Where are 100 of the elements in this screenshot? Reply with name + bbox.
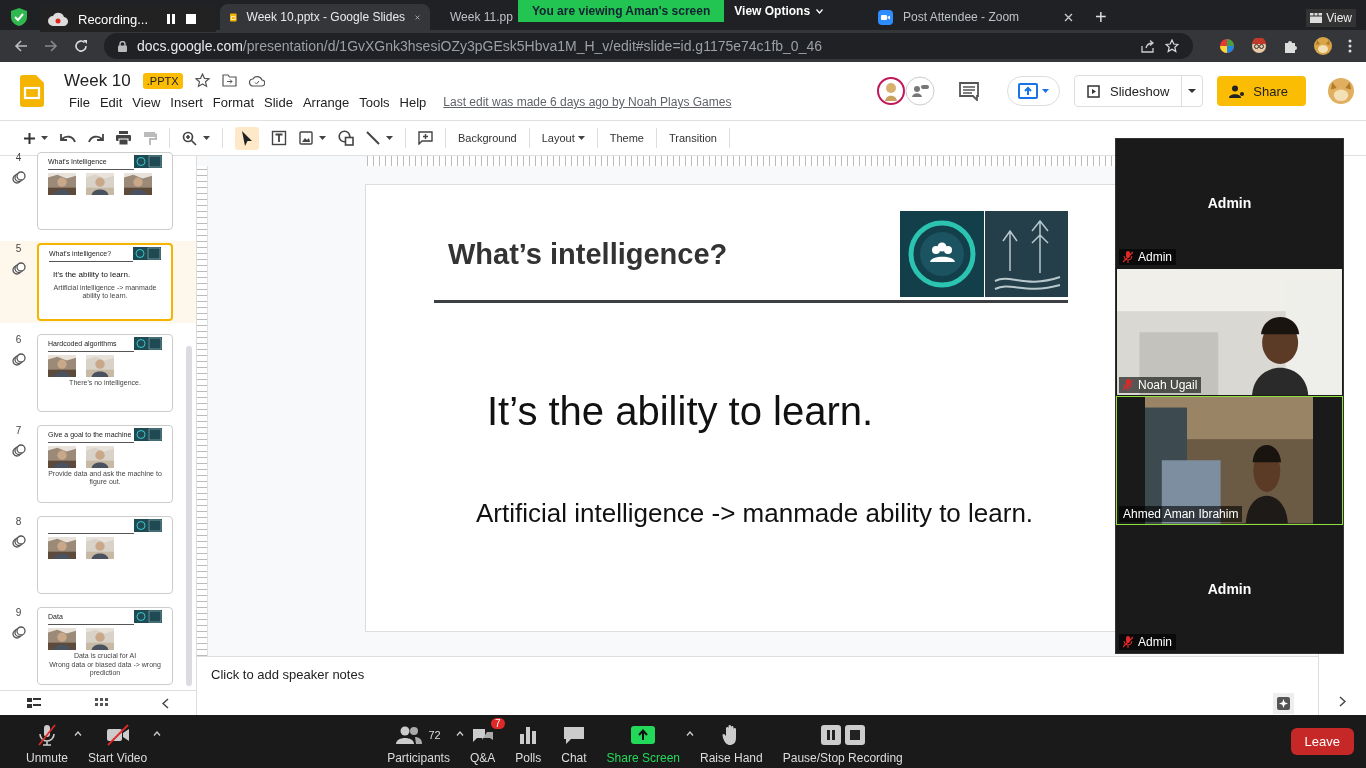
toolbar-button[interactable]: Layout: [541, 132, 585, 144]
caret-icon: [203, 136, 210, 140]
pause-icon[interactable]: [166, 14, 177, 24]
participant-label: Noah Ugail: [1119, 377, 1202, 393]
close-icon[interactable]: [1064, 12, 1073, 22]
linked-slides-icon: [11, 535, 26, 548]
logo-icon: [134, 337, 162, 350]
color-wheel-icon[interactable]: [1219, 38, 1235, 54]
zoom-button[interactable]: [182, 130, 210, 146]
toolbar-button[interactable]: Theme: [609, 132, 644, 144]
menu-item[interactable]: Help: [394, 92, 432, 112]
browser-tab[interactable]: Week 10.pptx - Google Slides: [220, 4, 430, 30]
menu-item[interactable]: Edit: [94, 92, 128, 112]
redo-icon[interactable]: [88, 133, 104, 143]
participant-tile[interactable]: Noah Ugail: [1116, 267, 1343, 396]
meeting-control-button[interactable]: Chat: [555, 716, 601, 767]
collapse-icon[interactable]: [162, 697, 169, 709]
meeting-control-button[interactable]: Pause/Stop Recording: [776, 716, 917, 767]
shapes-icon[interactable]: [338, 130, 354, 146]
shield-icon[interactable]: [11, 8, 27, 26]
more-icon[interactable]: [1348, 39, 1352, 53]
add-comment-icon[interactable]: [418, 131, 433, 145]
play-icon: [1087, 84, 1101, 98]
user-icon[interactable]: [905, 76, 936, 106]
participant-label: Ahmed Aman Ibrahim: [1119, 505, 1243, 522]
browser-tab[interactable]: Post Attendee - Zoom: [868, 4, 1083, 30]
back-icon[interactable]: [14, 39, 28, 53]
document-title[interactable]: Week 10: [64, 70, 131, 91]
speaker-notes-field[interactable]: Click to add speaker notes: [211, 666, 365, 682]
chat-icon: [562, 724, 585, 745]
share-icon[interactable]: [1141, 39, 1155, 53]
caret-icon[interactable]: [74, 730, 83, 736]
share-screen-icon: [631, 725, 656, 744]
glasses-face-icon[interactable]: [1251, 38, 1267, 54]
filmstrip-view-icon[interactable]: [27, 697, 41, 709]
thumbnail-text: It's the ability to learn.: [53, 271, 132, 279]
menu-item[interactable]: Format: [207, 92, 259, 112]
meeting-control-button[interactable]: Start Video: [82, 716, 162, 767]
avatar-icon[interactable]: [877, 77, 906, 105]
puzzle-icon[interactable]: [1283, 38, 1298, 54]
address-field[interactable]: docs.google.com/presentation/d/1GvXGnk3hsesiOZy3pGEsk5Hbva1M_H_v/edit#slide=id.g1175e74c1fb_0_46: [104, 33, 1193, 59]
menu-item[interactable]: Arrange: [297, 92, 355, 112]
slide-number: 5: [15, 243, 22, 254]
menu-item[interactable]: File: [64, 92, 95, 112]
logo-icon: [134, 519, 162, 532]
menu-item[interactable]: Insert: [165, 92, 208, 112]
print-icon[interactable]: [116, 131, 131, 145]
caret-icon[interactable]: [455, 730, 464, 736]
meeting-control-button[interactable]: Unmute: [20, 716, 83, 767]
stop-icon[interactable]: [186, 14, 197, 24]
grid-view-icon[interactable]: [95, 697, 108, 709]
meeting-control-button[interactable]: 72 Participants: [381, 716, 464, 767]
caret-icon: [1042, 89, 1050, 93]
linked-slides-icon: [11, 353, 26, 366]
linked-slides-icon: [11, 262, 26, 275]
meeting-control-button[interactable]: Share Screen: [600, 716, 694, 767]
menu-item[interactable]: View: [127, 92, 166, 112]
new-tab-button[interactable]: +: [1095, 4, 1107, 30]
toolbar-button[interactable]: Background: [458, 132, 517, 144]
participant-label: Admin: [1119, 634, 1176, 650]
meeting-control-button[interactable]: Raise Hand: [694, 716, 777, 767]
meeting-control-button[interactable]: 7 Q&A: [463, 716, 510, 767]
caret-icon: [386, 136, 393, 140]
share-button[interactable]: Share: [1217, 76, 1306, 106]
pause-stop-icon: [820, 724, 865, 745]
participant-name: Admin: [1207, 195, 1252, 212]
slide-number: 9: [15, 607, 22, 618]
reload-icon[interactable]: [74, 39, 88, 53]
folder-icon[interactable]: [221, 74, 237, 87]
explore-button[interactable]: [1273, 692, 1294, 714]
star-icon[interactable]: [194, 73, 210, 88]
dog-avatar-icon[interactable]: [1314, 37, 1332, 55]
caret-icon[interactable]: [153, 730, 162, 736]
participant-tile[interactable]: Admin Admin: [1116, 524, 1343, 653]
view-button[interactable]: View: [1306, 9, 1356, 27]
select-tool-button[interactable]: [235, 126, 259, 150]
menu-item[interactable]: Slide: [259, 92, 298, 112]
comment-icon[interactable]: [959, 81, 980, 101]
meeting-control-button[interactable]: Polls: [509, 716, 556, 767]
cloud-icon[interactable]: [248, 74, 265, 87]
undo-icon[interactable]: [60, 133, 76, 143]
forward-icon[interactable]: [44, 39, 58, 53]
participant-tile[interactable]: Ahmed Aman Ibrahim: [1116, 396, 1343, 525]
menu-item[interactable]: Tools: [354, 92, 395, 112]
toolbar-button[interactable]: Transition: [669, 132, 717, 144]
slide-thumbnail[interactable]: [37, 516, 173, 594]
video-off-icon: [104, 723, 131, 746]
expand-icon[interactable]: [1339, 696, 1346, 707]
image-button[interactable]: [299, 131, 326, 145]
leave-button[interactable]: Leave: [1290, 728, 1354, 755]
participant-tile[interactable]: Admin Admin: [1116, 139, 1343, 268]
logo-icon: [134, 610, 162, 623]
browser-tab[interactable]: Week 11.pp: [430, 4, 518, 30]
notification-badge: 7: [491, 717, 505, 729]
new-slide-button[interactable]: [24, 132, 48, 144]
caret-icon: [816, 8, 824, 14]
caret-icon[interactable]: [686, 730, 694, 736]
line-button[interactable]: [366, 131, 393, 145]
last-edit-link[interactable]: Last edit was made 6 days ago by Noah Plays Games: [443, 95, 732, 109]
text-box-icon[interactable]: [271, 130, 287, 146]
